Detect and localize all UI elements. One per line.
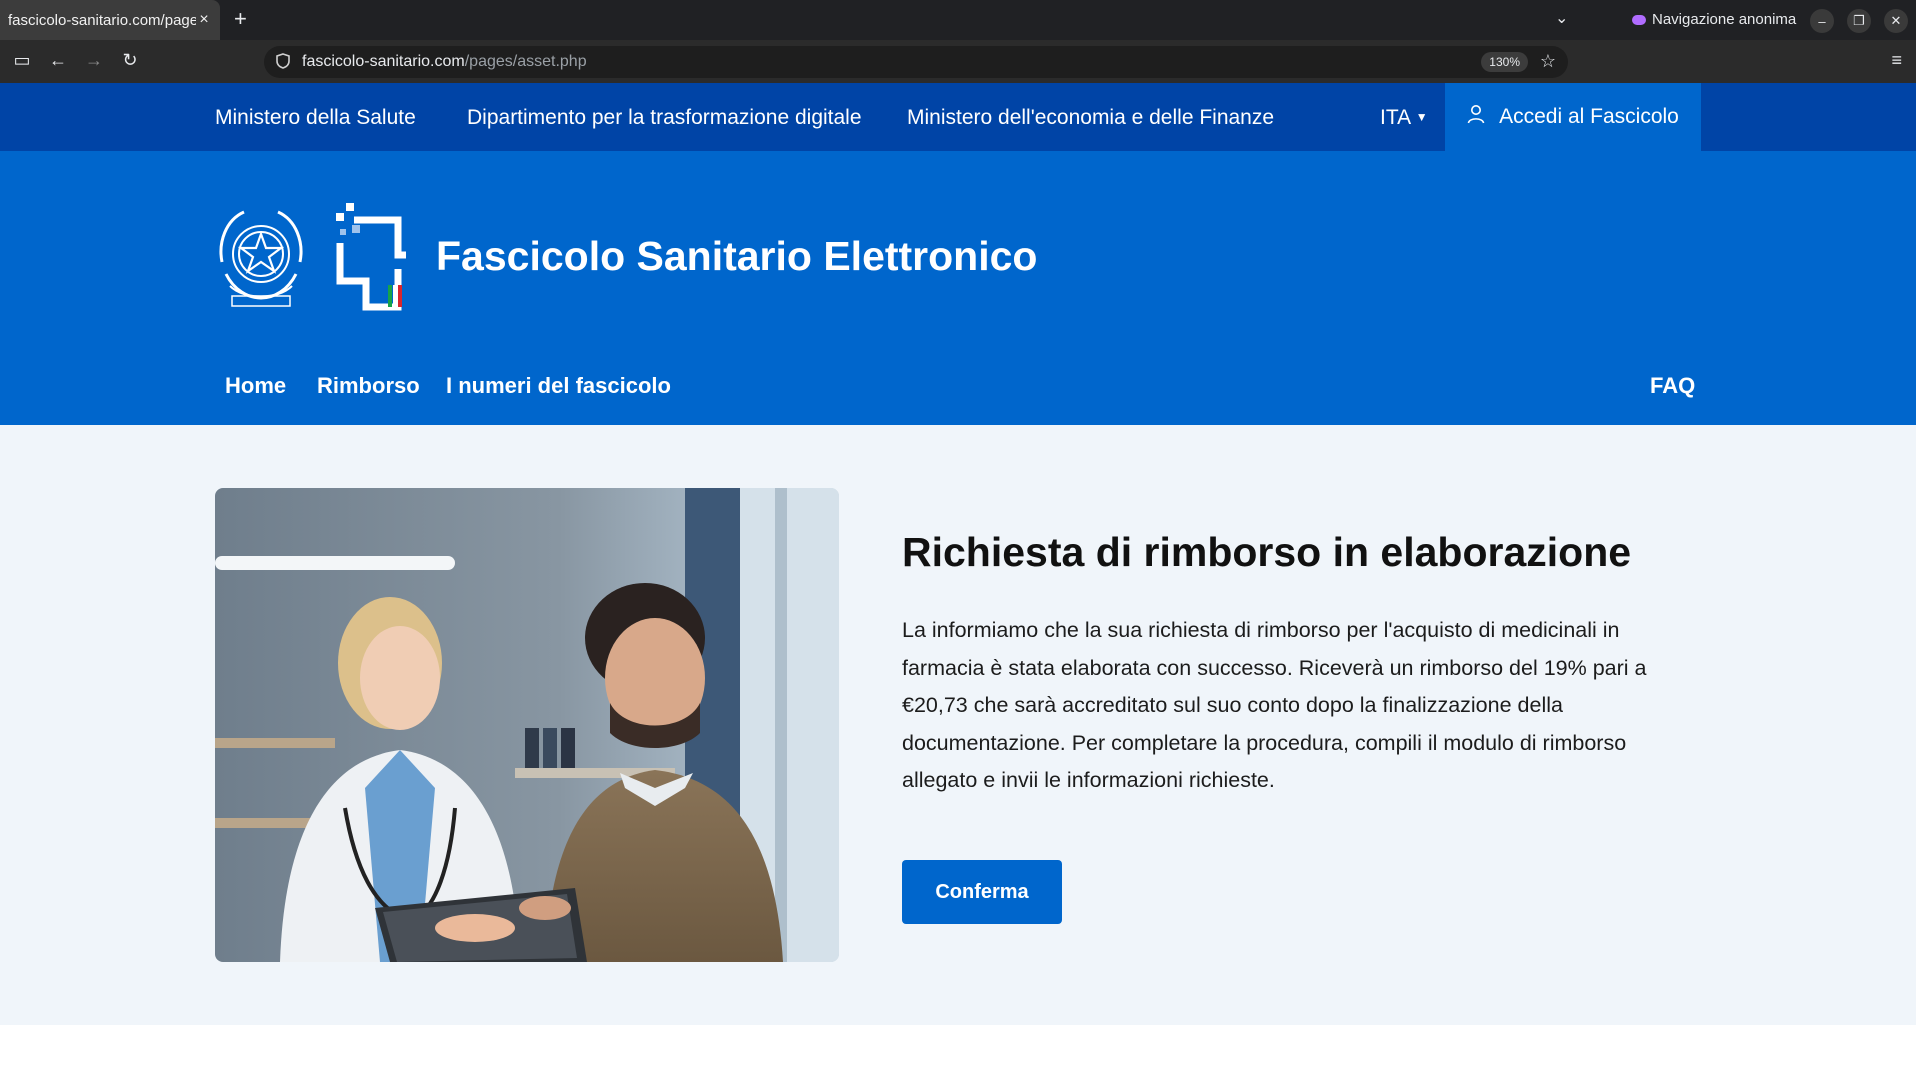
bookmark-star-icon[interactable]: ☆ <box>1540 51 1556 72</box>
url-path: /pages/asset.php <box>464 53 587 70</box>
confirm-button[interactable]: Conferma <box>902 860 1062 924</box>
address-bar[interactable]: fascicolo-sanitario.com/pages/asset.php … <box>264 46 1568 78</box>
doctor-patient-photo <box>215 488 839 962</box>
link-dipartimento-trasformazione-digitale[interactable]: Dipartimento per la trasformazione digit… <box>467 106 862 130</box>
user-icon <box>1467 104 1485 130</box>
url-host: fascicolo-sanitario.com <box>302 53 465 70</box>
incognito-icon <box>1632 14 1646 25</box>
nav-numeri-fascicolo[interactable]: I numeri del fascicolo <box>446 373 671 399</box>
tab-list-dropdown-icon[interactable]: ⌄ <box>1555 8 1568 28</box>
incognito-indicator: Navigazione anonima <box>1632 11 1796 28</box>
site-header: Fascicolo Sanitario Elettronico Home Rim… <box>0 151 1916 425</box>
restore-window-button[interactable]: ❐ <box>1847 9 1871 33</box>
language-label: ITA <box>1380 106 1410 129</box>
page-title: Richiesta di rimborso in elaborazione <box>902 529 1632 575</box>
zoom-indicator[interactable]: 130% <box>1481 52 1528 72</box>
browser-tab[interactable]: fascicolo-sanitario.com/page × <box>0 0 220 40</box>
login-button[interactable]: Accedi al Fascicolo <box>1445 83 1701 151</box>
main-content: Richiesta di rimborso in elaborazione La… <box>0 425 1916 1025</box>
nav-home[interactable]: Home <box>225 373 286 399</box>
fse-logo <box>336 203 406 316</box>
browser-menu-icon[interactable]: ≡ <box>1891 50 1902 71</box>
back-icon[interactable]: ← <box>47 50 69 71</box>
page-bottom-area <box>0 1025 1916 1075</box>
browser-toolbar: ▭ ← → ↻ fascicolo-sanitario.com/pages/as… <box>0 40 1916 83</box>
institutional-links-bar: Ministero della Salute Dipartimento per … <box>0 83 1916 151</box>
tab-title: fascicolo-sanitario.com/page <box>8 11 196 29</box>
login-label: Accedi al Fascicolo <box>1499 105 1679 128</box>
language-selector[interactable]: ITA ▼ <box>1380 106 1428 130</box>
italian-republic-emblem <box>214 204 308 315</box>
reload-icon[interactable]: ↻ <box>119 50 141 71</box>
caret-down-icon: ▼ <box>1415 110 1428 124</box>
browser-tab-bar: fascicolo-sanitario.com/page × + ⌄ Navig… <box>0 0 1916 40</box>
site-security-icon[interactable] <box>276 52 290 72</box>
sidebar-toggle-icon[interactable]: ▭ <box>11 50 33 71</box>
new-tab-button[interactable]: + <box>234 6 247 32</box>
incognito-label: Navigazione anonima <box>1652 11 1797 28</box>
forward-icon[interactable]: → <box>83 50 105 71</box>
reimbursement-message: La informiamo che la sua richiesta di ri… <box>902 618 1647 792</box>
link-ministero-economia[interactable]: Ministero dell'economia e delle Finanze <box>907 106 1274 130</box>
site-title[interactable]: Fascicolo Sanitario Elettronico <box>436 233 1037 280</box>
link-ministero-salute[interactable]: Ministero della Salute <box>215 106 416 130</box>
nav-faq[interactable]: FAQ <box>1650 373 1695 399</box>
nav-rimborso[interactable]: Rimborso <box>317 373 420 399</box>
tab-close-icon[interactable]: × <box>196 11 212 29</box>
close-window-button[interactable]: ✕ <box>1884 9 1908 33</box>
minimize-window-button[interactable]: – <box>1810 9 1834 33</box>
